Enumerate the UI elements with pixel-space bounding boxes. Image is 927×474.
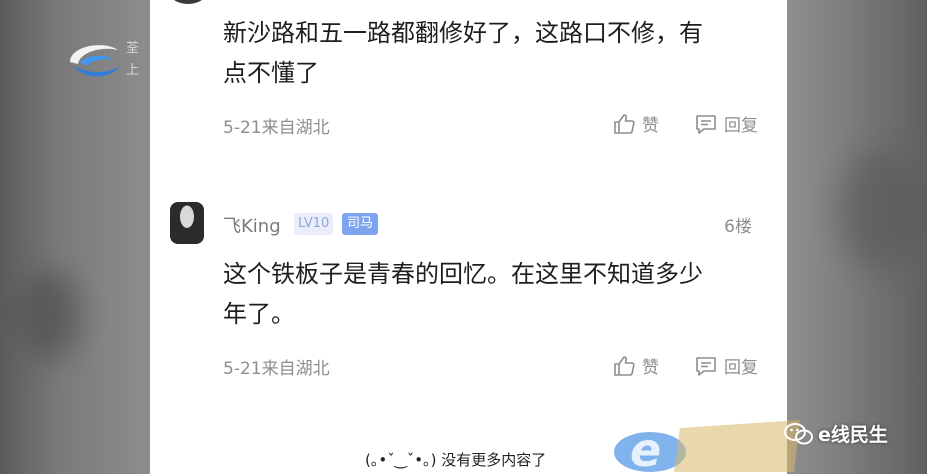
comment-screen: 新沙路和五一路都翻修好了，这路口不修，有 点不懂了 5-21来自湖北 赞 回复 … bbox=[150, 0, 787, 474]
reply-label: 回复 bbox=[724, 358, 758, 378]
avatar[interactable] bbox=[170, 202, 204, 244]
program-logo-icon: e bbox=[614, 420, 800, 474]
reply-comment-icon bbox=[696, 114, 716, 134]
role-badge: 司马 bbox=[342, 213, 379, 235]
svg-text:e: e bbox=[630, 423, 661, 474]
comment-text: 这个铁板子是青春的回忆。在这里不知道多少 年了。 bbox=[223, 254, 763, 334]
reply-label: 回复 bbox=[724, 116, 758, 136]
like-button[interactable]: 赞 bbox=[612, 353, 659, 378]
reply-comment-icon bbox=[696, 356, 716, 376]
floor-number: 6楼 bbox=[724, 217, 752, 237]
account-name: e线民生 bbox=[818, 424, 888, 446]
station-logo-icon bbox=[70, 45, 120, 77]
comment-line: 这个铁板子是青春的回忆。在这里不知道多少 bbox=[223, 260, 703, 288]
comment-text: 新沙路和五一路都翻修好了，这路口不修，有 点不懂了 bbox=[223, 13, 763, 93]
like-button[interactable]: 赞 bbox=[612, 111, 659, 136]
wechat-icon bbox=[784, 422, 813, 444]
comment-line: 年了。 bbox=[223, 300, 295, 328]
avatar bbox=[170, 0, 206, 4]
reply-button[interactable]: 回复 bbox=[694, 111, 758, 136]
comment-header: 飞King LV10 司马 6楼 bbox=[170, 202, 770, 244]
comment-line: 点不懂了 bbox=[223, 59, 319, 87]
blurred-shape bbox=[840, 150, 920, 270]
comment-meta: 5-21来自湖北 bbox=[223, 359, 330, 379]
comment-line: 新沙路和五一路都翻修好了，这路口不修，有 bbox=[223, 19, 703, 47]
blurred-shape bbox=[20, 270, 80, 360]
thumbs-up-icon bbox=[614, 113, 635, 134]
user-name[interactable]: 飞King bbox=[223, 212, 281, 238]
wechat-account-watermark: e线民生 bbox=[784, 420, 888, 447]
like-label: 赞 bbox=[642, 116, 659, 136]
no-more-content-text: (｡•ˇ‿ˇ•｡) 没有更多内容了 bbox=[365, 451, 547, 469]
level-badge: LV10 bbox=[294, 213, 334, 235]
like-label: 赞 bbox=[642, 358, 659, 378]
station-caption: 荃上 bbox=[126, 41, 140, 78]
reply-button[interactable]: 回复 bbox=[694, 353, 758, 378]
comment-meta: 5-21来自湖北 bbox=[223, 118, 330, 138]
thumbs-up-icon bbox=[614, 355, 635, 376]
